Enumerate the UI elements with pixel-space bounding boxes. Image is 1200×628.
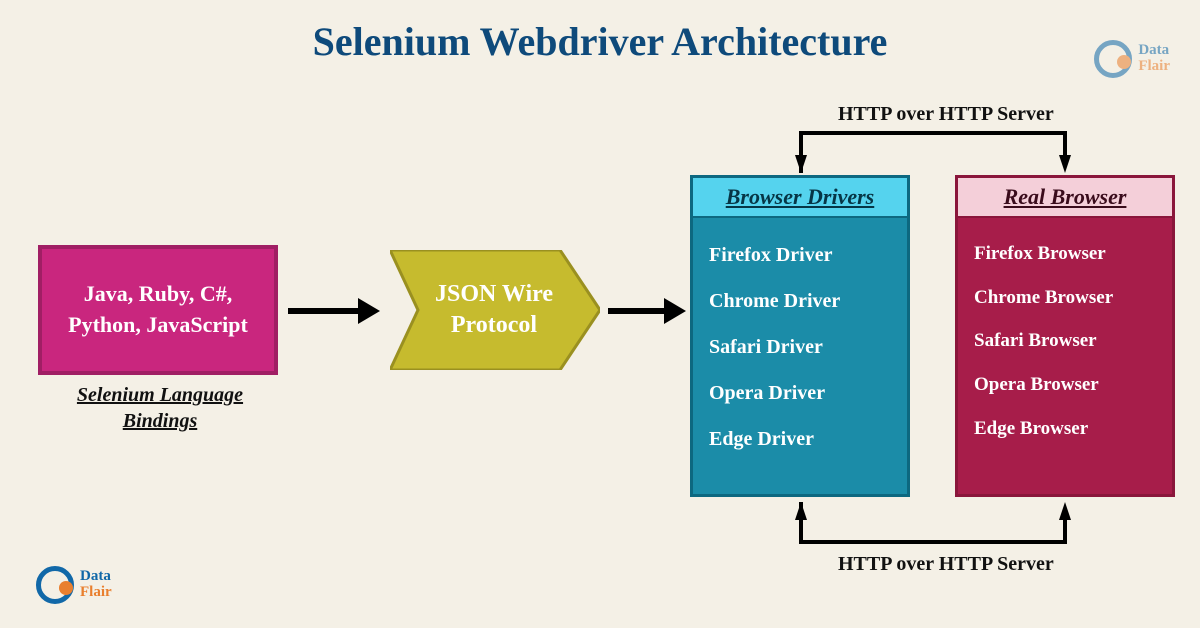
browser-drivers-box: Browser Drivers Firefox Driver Chrome Dr…: [690, 175, 910, 497]
arrow-json-to-drivers: [608, 298, 686, 324]
real-browser-box: Real Browser Firefox Browser Chrome Brow…: [955, 175, 1175, 497]
diagram-canvas: Java, Ruby, C#, Python, JavaScript Selen…: [0, 0, 1200, 628]
language-bindings-caption: Selenium Language Bindings: [70, 382, 250, 434]
driver-item: Firefox Driver: [709, 232, 891, 278]
connector-top: [795, 115, 1075, 175]
json-wire-text: JSON Wire Protocol: [404, 250, 584, 370]
driver-item: Chrome Driver: [709, 278, 891, 324]
logo-text: Data Flair: [80, 569, 112, 601]
dataflair-logo: Data Flair: [36, 566, 112, 604]
language-bindings-box: Java, Ruby, C#, Python, JavaScript: [38, 245, 278, 375]
browser-drivers-list: Firefox Driver Chrome Driver Safari Driv…: [693, 218, 907, 476]
real-browser-list: Firefox Browser Chrome Browser Safari Br…: [958, 218, 1172, 464]
real-browser-header: Real Browser: [958, 178, 1172, 218]
browser-item: Chrome Browser: [974, 276, 1156, 320]
driver-item: Edge Driver: [709, 416, 891, 462]
connector-bottom: [795, 500, 1075, 560]
browser-item: Edge Browser: [974, 407, 1156, 451]
browser-item: Firefox Browser: [974, 232, 1156, 276]
dataflair-logo-watermark: Data Flair: [1094, 40, 1170, 78]
logo-icon: [1094, 40, 1132, 78]
json-wire-box: JSON Wire Protocol: [390, 250, 600, 370]
browser-item: Opera Browser: [974, 363, 1156, 407]
logo-text: Data Flair: [1138, 43, 1170, 75]
browser-drivers-header: Browser Drivers: [693, 178, 907, 218]
language-bindings-text: Java, Ruby, C#, Python, JavaScript: [52, 279, 264, 341]
driver-item: Opera Driver: [709, 370, 891, 416]
browser-item: Safari Browser: [974, 319, 1156, 363]
driver-item: Safari Driver: [709, 324, 891, 370]
logo-icon: [36, 566, 74, 604]
arrow-lang-to-json: [288, 298, 380, 324]
